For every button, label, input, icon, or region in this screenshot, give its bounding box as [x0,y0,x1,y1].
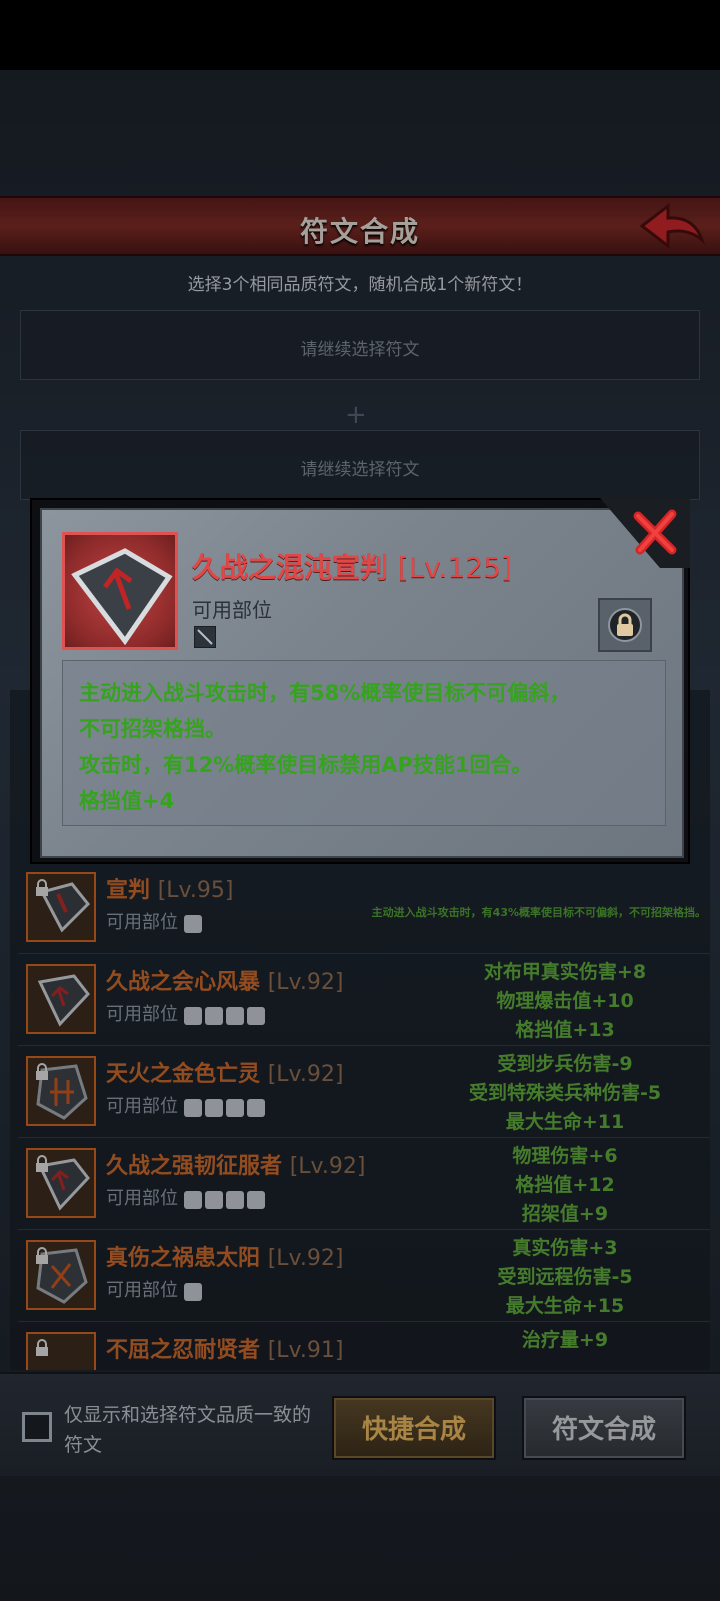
detail-rune-icon [62,532,178,650]
sword-slot-icon [194,626,216,648]
close-icon[interactable] [630,506,682,558]
status-bar-area [0,0,720,70]
detail-description: 主动进入战斗攻击时，有58%概率使目标不可偏斜， 不可招架格挡。 攻击时，有12… [62,660,666,826]
lock-button[interactable] [598,598,652,652]
lock-icon [608,608,642,642]
rune-detail-modal: 久战之混沌宣判 [Lv.125] 可用部位 主动进入战斗攻击时，有58%概率使目… [30,498,690,864]
detail-slots-label: 可用部位 [192,598,272,622]
shield-rune-icon [71,548,173,646]
detail-rune-name: 久战之混沌宣判 [Lv.125] [192,551,512,584]
